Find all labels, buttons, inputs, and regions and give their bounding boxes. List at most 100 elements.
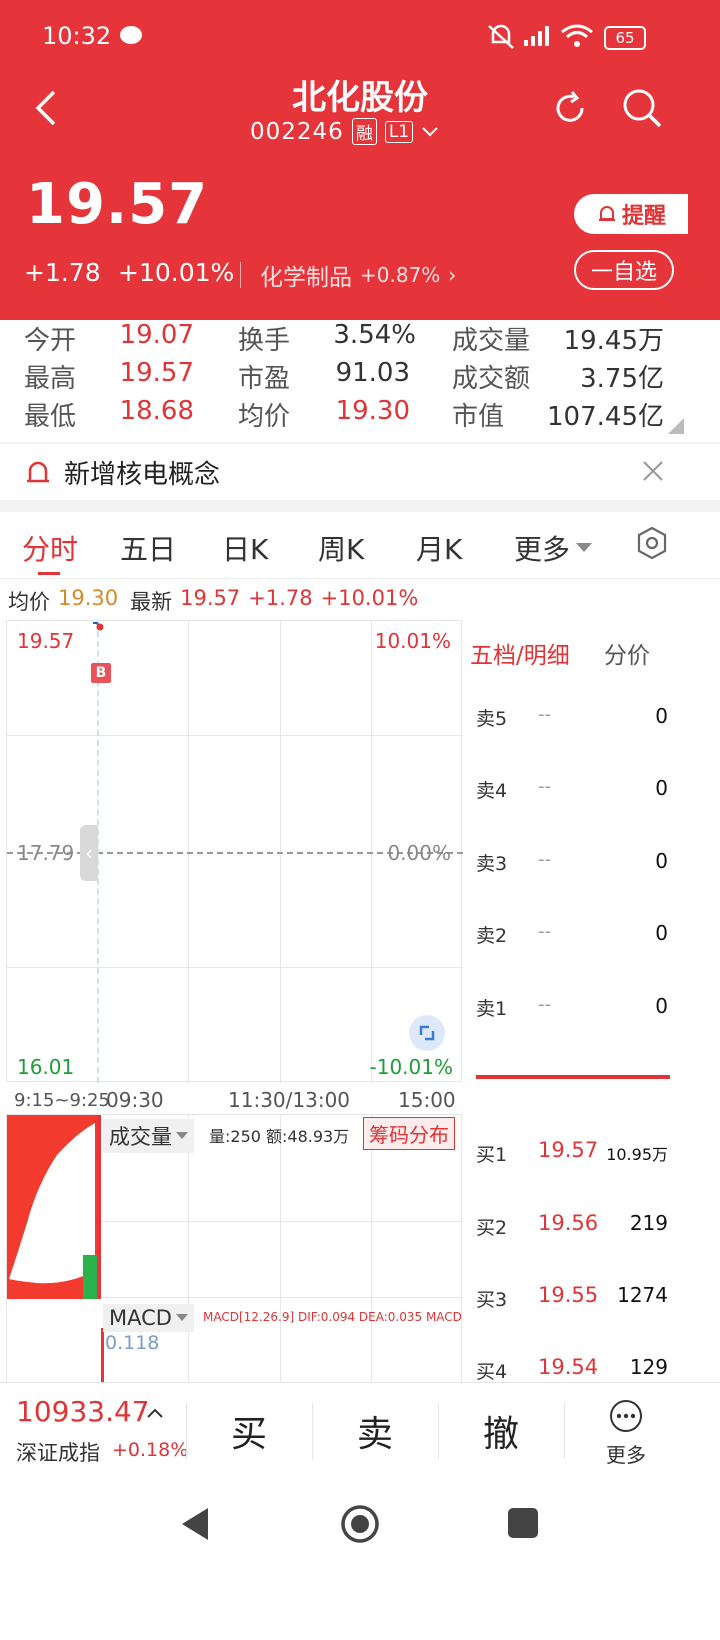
stats-grid: 今开 19.07 换手 3.54% 成交量 19.45万 最高 19.57 市盈… (0, 320, 720, 440)
intraday-info: 均价 19.30 最新 19.57 +1.78 +10.01% (8, 586, 418, 616)
sell-button[interactable]: 卖 (314, 1405, 436, 1457)
sell-level-volume: 0 (655, 994, 668, 1018)
search-icon[interactable] (620, 86, 664, 130)
sell-level-price: -- (538, 704, 551, 725)
buy-level-price: 19.56 (538, 1211, 599, 1235)
nav-recents-icon[interactable] (508, 1508, 538, 1538)
more-label: 更多 (606, 1443, 646, 1467)
chevron-down-icon (422, 126, 438, 136)
chevron-right-icon: › (448, 263, 457, 287)
stat-label: 成交量 (452, 326, 531, 356)
buy-level-label: 买4 (476, 1361, 508, 1383)
sell-level-label: 卖5 (476, 708, 508, 730)
notice-bar[interactable]: 新增核电概念 (0, 444, 720, 500)
volume-selector-label: 成交量 (109, 1125, 172, 1149)
tab-more[interactable]: 更多 (514, 528, 593, 568)
remind-button[interactable]: 提醒 (574, 194, 688, 234)
x-axis-label: 09:30 (106, 1088, 164, 1112)
sector-link[interactable]: 化学制品 +0.87% › (260, 258, 456, 292)
tab-five-day[interactable]: 五日 (120, 528, 176, 568)
stat-value: 19.07 (119, 320, 194, 350)
close-icon[interactable] (642, 460, 664, 482)
section-gap (0, 500, 720, 512)
sell-level-volume: 0 (655, 921, 668, 945)
cancel-order-button[interactable]: 撤 (440, 1405, 562, 1457)
buy-level-label: 买2 (476, 1217, 508, 1239)
battery-level: 65 (615, 29, 635, 47)
index-ticker[interactable]: 10933.47 深证成指 +0.18% (0, 1383, 188, 1479)
system-nav-bar (0, 1478, 720, 1640)
macd-selector-label: MACD (109, 1306, 172, 1330)
auction-volume-bars (7, 1115, 97, 1299)
price-change-pct: +10.01% (118, 258, 235, 287)
buy-level-volume: 129 (629, 1355, 668, 1379)
stat-label: 市盈 (238, 364, 291, 394)
chart-tabs: 分时 五日 日K 周K 月K 更多 (0, 512, 720, 578)
add-watchlist-button[interactable]: 一自选 (574, 250, 674, 290)
nav-home-icon[interactable] (340, 1504, 380, 1544)
tab-order-book[interactable]: 五档/明细 (470, 636, 570, 670)
level-badge: L1 (384, 120, 414, 143)
tab-indicator (38, 572, 60, 575)
divider (0, 578, 720, 579)
zero-pct-label: 0.00% (387, 841, 451, 865)
notice-text: 新增核电概念 (64, 460, 221, 490)
sell-level-price: -- (538, 849, 551, 870)
stat-value: 107.45亿 (547, 402, 664, 432)
macd-chart[interactable]: MACD MACD[12.26.9] DIF:0.094 DEA:0.035 M… (6, 1298, 462, 1382)
stat-label: 成交额 (452, 364, 531, 394)
tab-weekly-k[interactable]: 周K (318, 528, 364, 568)
min-pct-label: -10.01% (369, 1055, 453, 1079)
stock-code-row[interactable]: 002246 融 L1 (250, 118, 439, 145)
stat-label: 均价 (238, 402, 291, 432)
macd-indicator-select[interactable]: MACD (103, 1304, 194, 1332)
trade-bar: 10933.47 深证成指 +0.18% 买 卖 撤 更多 (0, 1382, 720, 1479)
mute-bell-icon (488, 24, 514, 49)
more-button[interactable]: 更多 (566, 1383, 686, 1479)
collapse-handle-icon[interactable]: ‹ (80, 825, 98, 881)
sell-level-price: -- (538, 921, 551, 942)
stat-value: 19.57 (119, 358, 194, 388)
avg-label: 均价 (8, 590, 50, 614)
prev-close-label: 17.79 (17, 841, 75, 865)
chevron-up-icon (147, 1408, 163, 1418)
current-price: 19.57 (26, 172, 209, 237)
nav-back-icon[interactable] (180, 1506, 210, 1542)
wifi-icon (561, 24, 593, 47)
status-time: 10:32 (42, 22, 112, 50)
volume-indicator-select[interactable]: 成交量 (103, 1119, 194, 1153)
latest-label: 最新 (130, 590, 173, 614)
refresh-icon[interactable] (550, 88, 590, 128)
chip-distribution-button[interactable]: 筹码分布 (363, 1117, 455, 1150)
index-name: 深证成指 (16, 1441, 100, 1465)
settings-icon[interactable] (636, 526, 668, 560)
spread-divider (476, 1075, 670, 1079)
volume-chart[interactable]: 成交量 量:250 额:48.93万 筹码分布 (6, 1114, 463, 1299)
tab-daily-k[interactable]: 日K (222, 528, 268, 568)
min-price-label: 16.01 (17, 1055, 75, 1079)
caret-down-icon (576, 543, 593, 552)
sell-level-volume: 0 (655, 704, 668, 728)
stat-value: 18.68 (119, 396, 194, 426)
sell-level-volume: 0 (655, 849, 668, 873)
intraday-chart[interactable]: B ‹ 19.57 10.01% 17.79 0.00% 16.01 -10.0… (6, 620, 463, 1083)
expand-corner-icon[interactable] (668, 418, 684, 434)
buy-button[interactable]: 买 (188, 1405, 310, 1457)
volume-info: 量:250 额:48.93万 (209, 1127, 350, 1146)
buy-marker[interactable]: B (91, 663, 111, 683)
stat-value: 91.03 (335, 358, 410, 388)
x-axis-label: 11:30/13:00 (228, 1088, 351, 1112)
tab-intraday[interactable]: 分时 (22, 528, 78, 568)
latest-change-pct: +10.01% (320, 586, 419, 610)
index-value: 10933.47 (16, 1395, 150, 1428)
sell-level-label: 卖4 (476, 780, 508, 802)
avg-value: 19.30 (58, 586, 119, 610)
buy-level-price: 19.55 (538, 1283, 599, 1307)
buy-level-label: 买1 (476, 1144, 508, 1166)
stat-label: 最高 (24, 364, 77, 394)
tab-price-distribution[interactable]: 分价 (604, 636, 650, 670)
fullscreen-icon[interactable] (409, 1015, 445, 1051)
caret-down-icon (175, 1314, 188, 1321)
sell-level-label: 卖3 (476, 853, 508, 875)
tab-monthly-k[interactable]: 月K (416, 528, 462, 568)
